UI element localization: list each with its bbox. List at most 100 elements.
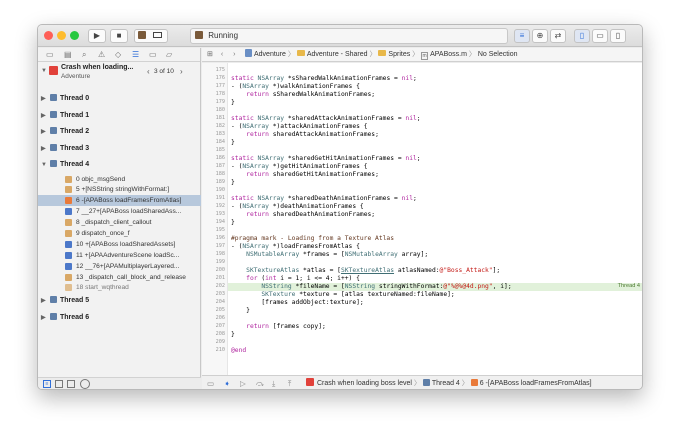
- disclosure-triangle-icon[interactable]: ▶: [41, 310, 46, 326]
- previous-crash-icon[interactable]: ‹: [147, 67, 150, 76]
- run-button[interactable]: ▶: [88, 29, 106, 43]
- next-crash-icon[interactable]: ›: [180, 67, 183, 76]
- thread-indicator[interactable]: Thread 4: [618, 283, 640, 291]
- highlighted-crash-line: NSString *fileName = [NSString stringWit…: [228, 283, 642, 291]
- disclosure-triangle-icon[interactable]: ▶: [41, 293, 46, 309]
- navigator-filter-bar: ≡: [38, 377, 201, 389]
- jump-item-folder[interactable]: Sprites: [388, 51, 410, 58]
- jump-item-symbol[interactable]: No Selection: [478, 51, 518, 58]
- jump-item-group[interactable]: Adventure - Shared: [307, 51, 368, 58]
- version-editor-button[interactable]: ⇄: [550, 29, 566, 43]
- stack-frame-row-selected[interactable]: 6 -[APABoss loadFramesFromAtlas]: [38, 195, 201, 207]
- stack-frame-row[interactable]: 18 start_wqthread: [38, 282, 201, 293]
- code-line: }: [231, 331, 235, 338]
- line-number: 206: [215, 315, 225, 321]
- disclosure-triangle-icon[interactable]: ▼: [41, 68, 47, 74]
- code-line: }: [231, 139, 235, 146]
- step-over-icon[interactable]: ⤼: [256, 376, 264, 389]
- minimize-window-button[interactable]: [57, 31, 66, 40]
- disclosure-triangle-icon[interactable]: ▶: [41, 108, 46, 124]
- report-navigator-icon[interactable]: ▱: [166, 50, 172, 59]
- line-number: 181: [215, 115, 225, 121]
- stop-button[interactable]: ■: [110, 29, 128, 43]
- stack-frame-row[interactable]: 11 +[APAAdventureScene loadSc...: [38, 250, 201, 261]
- toggle-utilities-button[interactable]: ▯: [610, 29, 626, 43]
- debug-navigator-icon[interactable]: ☰: [132, 50, 139, 59]
- source-editor[interactable]: 1741751761771781791801811821831841851861…: [202, 63, 642, 375]
- zoom-window-button[interactable]: [70, 31, 79, 40]
- xcode-window: ▶ ■ Running ≡ ⊕ ⇄ ▯ ▭ ▯ ▭ ▤ ⌕ ⚠ ◇ ☰ ▭ ▱ …: [37, 24, 643, 390]
- step-out-icon[interactable]: ⤒: [288, 376, 291, 389]
- disclosure-triangle-icon[interactable]: ▼: [41, 157, 47, 173]
- crumb-frame[interactable]: 6 -[APABoss loadFramesFromAtlas]: [480, 380, 592, 387]
- line-number: 191: [215, 195, 225, 201]
- folder-icon: [378, 50, 387, 56]
- symbol-navigator-icon[interactable]: ▤: [64, 50, 72, 59]
- code-line: static NSArray *sharedDeathAnimationFram…: [231, 195, 417, 202]
- status-text: Running: [208, 31, 239, 40]
- stack-frame-row[interactable]: 7 __27+[APABoss loadSharedAss...: [38, 206, 201, 217]
- back-arrow-icon[interactable]: ‹: [221, 51, 223, 58]
- step-into-icon[interactable]: ⤓: [272, 376, 275, 389]
- crumb-crash[interactable]: Crash when loading boss level: [317, 380, 412, 387]
- disclosure-triangle-icon[interactable]: ▶: [41, 91, 46, 107]
- line-number: 185: [215, 147, 225, 153]
- breakpoints-toggle-icon[interactable]: ➧: [224, 376, 230, 389]
- crumb-thread[interactable]: Thread 4: [432, 380, 460, 387]
- line-number: 186: [215, 155, 225, 161]
- thread-row[interactable]: ▶ Thread 5: [38, 293, 201, 310]
- jump-item-project[interactable]: Adventure: [254, 51, 286, 58]
- thread-row[interactable]: ▶ Thread 6: [38, 310, 201, 327]
- line-number: 182: [215, 123, 225, 129]
- code-line: SKTextureAtlas *atlas = [SKTextureAtlas …: [246, 267, 501, 274]
- thread-icon: [50, 94, 57, 101]
- stack-frame-row[interactable]: 0 objc_msgSend: [38, 174, 201, 185]
- code-line: }: [231, 179, 235, 186]
- filter-options-icon[interactable]: [55, 380, 63, 388]
- thread-row[interactable]: ▶ Thread 3: [38, 141, 201, 158]
- stack-frame-row[interactable]: 8 _dispatch_client_callout: [38, 217, 201, 228]
- stack-frame-row[interactable]: 5 +[NSString stringWithFormat:]: [38, 184, 201, 195]
- line-number-gutter[interactable]: 1741751761771781791801811821831841851861…: [202, 63, 228, 375]
- standard-editor-button[interactable]: ≡: [514, 29, 530, 43]
- thread-icon: [50, 296, 57, 304]
- stack-frame-row[interactable]: 10 +[APABoss loadSharedAssets]: [38, 239, 201, 250]
- crash-header[interactable]: ▼ Crash when loading... Adventure ‹ 3 of…: [38, 63, 201, 85]
- toggle-navigator-button[interactable]: ▯: [574, 29, 590, 43]
- activity-viewer: Running: [190, 28, 508, 44]
- forward-arrow-icon[interactable]: ›: [233, 51, 235, 58]
- line-number: 192: [215, 203, 225, 209]
- issue-navigator-icon[interactable]: ⚠: [98, 50, 105, 59]
- continue-icon[interactable]: ▷: [240, 376, 246, 389]
- thread-row[interactable]: ▶ Thread 2: [38, 124, 201, 141]
- test-navigator-icon[interactable]: ◇: [115, 50, 121, 59]
- code-line: static NSArray *sharedGetHitAnimationFra…: [231, 155, 421, 162]
- stack-frame-row[interactable]: 9 dispatch_once_f: [38, 228, 201, 239]
- toggle-debug-area-button[interactable]: ▭: [592, 29, 608, 43]
- close-window-button[interactable]: [44, 31, 53, 40]
- show-crashed-threads-icon[interactable]: ≡: [43, 380, 51, 388]
- view-options-icon[interactable]: [67, 380, 75, 388]
- compression-slider-icon[interactable]: [80, 379, 90, 389]
- assistant-editor-button[interactable]: ⊕: [532, 29, 548, 43]
- disclosure-triangle-icon[interactable]: ▶: [41, 124, 46, 140]
- stack-frame-row[interactable]: 13 _dispatch_call_block_and_release: [38, 272, 201, 283]
- stack-frame-row[interactable]: 12 __76+[APAMultiplayerLayered...: [38, 261, 201, 272]
- disclosure-triangle-icon[interactable]: ▶: [41, 141, 46, 157]
- breakpoint-navigator-icon[interactable]: ▭: [149, 50, 157, 59]
- hide-debug-area-icon[interactable]: ▭: [207, 376, 214, 389]
- thread-row[interactable]: ▼ Thread 4: [38, 157, 201, 174]
- scheme-selector[interactable]: [134, 29, 168, 43]
- find-navigator-icon[interactable]: ⌕: [82, 50, 86, 60]
- related-items-icon[interactable]: ⊞: [207, 51, 213, 58]
- project-navigator-icon[interactable]: ▭: [46, 50, 54, 59]
- thread-row[interactable]: ▶ Thread 1: [38, 108, 201, 125]
- jump-item-file[interactable]: APABoss.m: [430, 51, 467, 58]
- stop-icon: ■: [116, 31, 122, 40]
- line-number: 180: [215, 107, 225, 113]
- line-number: 193: [215, 211, 225, 217]
- thread-row[interactable]: ▶ Thread 0: [38, 91, 201, 108]
